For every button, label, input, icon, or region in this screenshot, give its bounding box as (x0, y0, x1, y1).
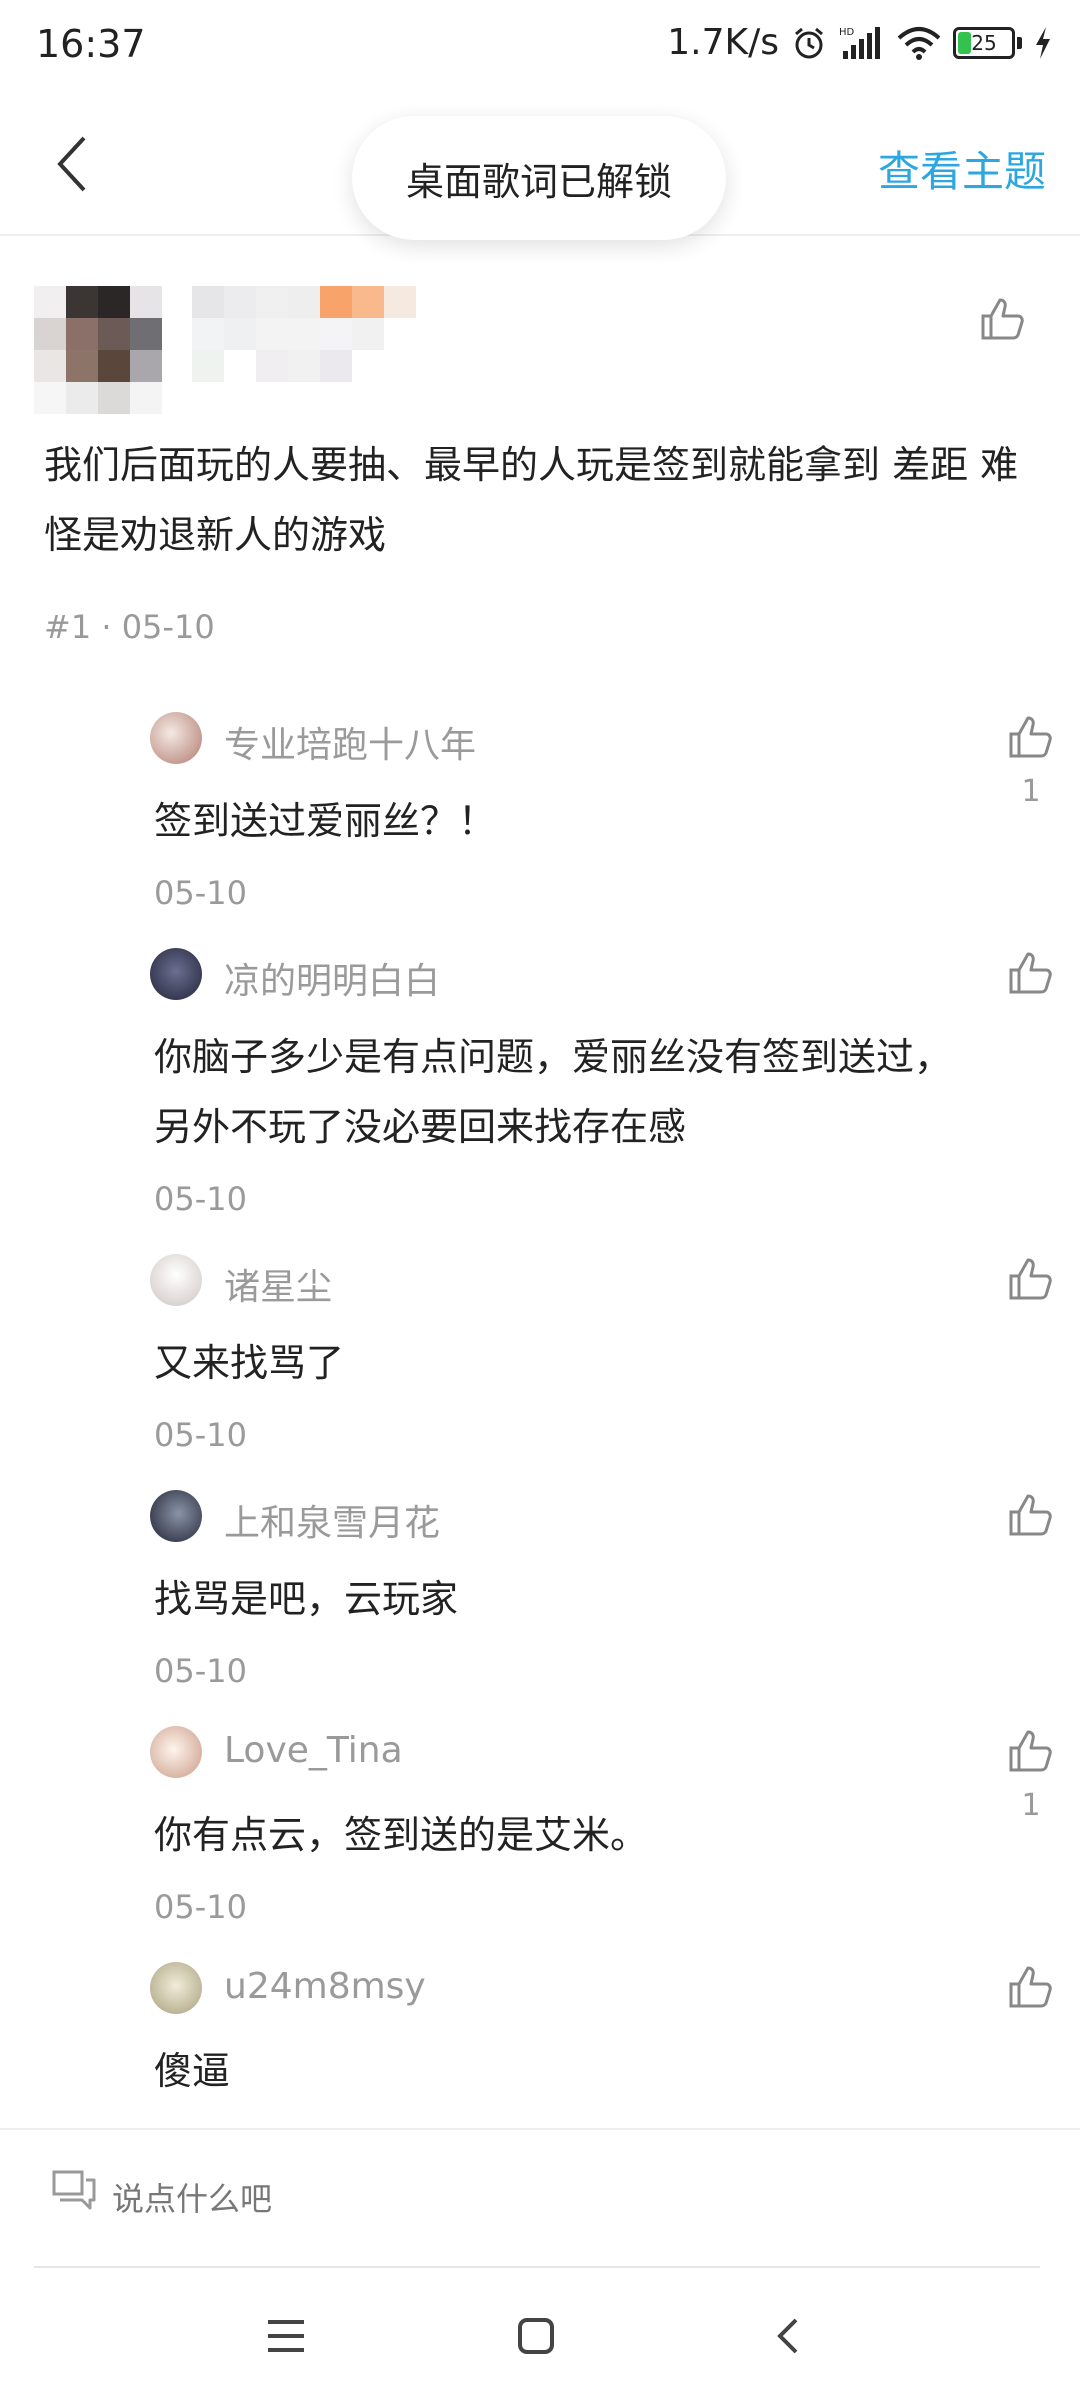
username[interactable] (192, 286, 416, 382)
like-count: 1 (1021, 1788, 1041, 1823)
wifi-icon (897, 26, 941, 60)
comment-icon (52, 2170, 96, 2214)
reply-text: 又来找骂了 (154, 1341, 345, 1385)
reply-like-button[interactable] (1004, 950, 1058, 1010)
alarm-icon (791, 25, 827, 61)
post-content: 我们后面玩的人要抽、最早的人玩是签到就能拿到 差距 难怪是劝退新人的游戏 (44, 443, 1019, 557)
reply-username[interactable]: Love_Tina (224, 1730, 403, 1771)
reply-date: 05-10 (154, 1652, 247, 1690)
post-header (0, 260, 1080, 414)
reply-username[interactable]: 上和泉雪月花 (224, 1494, 440, 1546)
post-meta: #1 · 05-10 (44, 608, 215, 646)
system-nav-bar (0, 2268, 1080, 2400)
reply-text: 找骂是吧，云玩家 (154, 1577, 459, 1621)
reply-text: 你有点云，签到送的是艾米。 (154, 1813, 649, 1857)
thumbs-up-icon (981, 298, 1024, 340)
view-topic-button[interactable]: 查看主题 (878, 138, 1046, 199)
post-like-button[interactable] (980, 296, 1026, 346)
thumbs-up-icon (1009, 1258, 1052, 1300)
reply-username[interactable]: 诸星尘 (224, 1258, 332, 1310)
thumbs-up-icon (1009, 1494, 1052, 1536)
reply-like-button[interactable] (1004, 1492, 1058, 1552)
thumbs-up-icon (1009, 952, 1052, 994)
avatar[interactable] (150, 712, 202, 764)
thumbs-up-icon (1009, 1966, 1052, 2008)
battery-icon: 25 (953, 26, 1022, 59)
reply-date: 05-10 (154, 1888, 247, 1926)
status-bar: 16:37 1.7K/s HD 25 (0, 0, 1080, 96)
avatar[interactable] (150, 1726, 202, 1778)
avatar[interactable] (34, 286, 162, 414)
network-speed: 1.7K/s (667, 22, 779, 63)
status-icons: 1.7K/s HD 25 (667, 22, 1052, 63)
reply-like-button[interactable] (1004, 1256, 1058, 1316)
status-time: 16:37 (36, 22, 146, 66)
reply-date: 05-10 (154, 1180, 247, 1218)
thumbs-up-icon (1009, 716, 1052, 758)
comment-placeholder[interactable]: 说点什么吧 (112, 2174, 272, 2220)
home-icon[interactable] (516, 2316, 556, 2360)
avatar[interactable] (150, 1962, 202, 2014)
charging-icon (1034, 26, 1052, 59)
back-button[interactable] (48, 132, 96, 196)
reply-username[interactable]: 凉的明明白白 (224, 952, 440, 1004)
toast-message: 桌面歌词已解锁 (352, 116, 726, 240)
thumbs-up-icon (1009, 1730, 1052, 1772)
reply-date: 05-10 (154, 1416, 247, 1454)
reply-username[interactable]: u24m8msy (224, 1966, 426, 2007)
like-count: 1 (1021, 774, 1041, 809)
reply-like-button[interactable] (1004, 1964, 1058, 2024)
reply-text: 签到送过爱丽丝？！ (154, 799, 497, 843)
hd-signal-icon: HD (839, 25, 885, 61)
back-icon[interactable] (774, 2316, 802, 2360)
reply-text: 你脑子多少是有点问题，爱丽丝没有签到送过，另外不玩了没必要回来找存在感 (154, 1035, 953, 1149)
chevron-left-icon (57, 136, 86, 192)
reply-like-button[interactable]: 1 (1004, 714, 1058, 809)
avatar[interactable] (150, 1254, 202, 1306)
menu-icon[interactable] (264, 2316, 308, 2360)
comment-input-bar[interactable]: 说点什么吧 (0, 2130, 1080, 2266)
reply-username[interactable]: 专业培跑十八年 (224, 716, 476, 768)
reply-like-button[interactable]: 1 (1004, 1728, 1058, 1823)
reply-text: 傻逼 (154, 2049, 231, 2093)
avatar[interactable] (150, 1490, 202, 1542)
battery-level: 25 (971, 30, 997, 55)
svg-text:HD: HD (839, 27, 855, 38)
reply-date: 05-10 (154, 874, 247, 912)
avatar[interactable] (150, 948, 202, 1000)
